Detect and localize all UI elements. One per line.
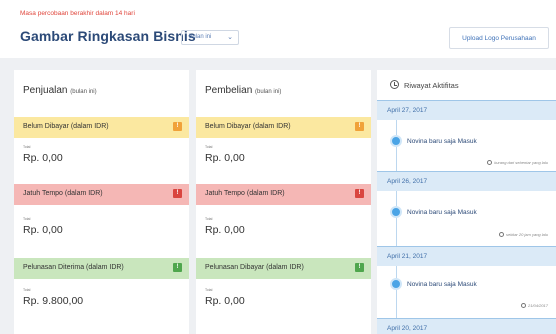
activity-entry[interactable]: Novina baru saja Masuk — [407, 281, 477, 288]
sales-received-amount: Rp. 9.800,00 — [23, 295, 84, 307]
activity-panel: Riwayat Aktifitas April 27, 2017 Novina … — [377, 70, 556, 334]
sales-received-label: Pelunasan Diterima (dalam IDR) — [23, 264, 124, 271]
activity-time: sekitar 20 jam yang lalu — [498, 232, 548, 237]
purchases-paid-amount: Rp. 0,00 — [205, 295, 245, 307]
trial-notice: Masa percobaan berakhir dalam 14 hari — [20, 10, 135, 17]
purchases-column: Pembelian (bulan ini) Belum Dibayar (dal… — [196, 70, 371, 334]
activity-header: Riwayat Aktifitas — [377, 70, 556, 100]
activity-time: kurang dari sebentar yang lalu — [487, 160, 548, 165]
login-icon — [390, 135, 402, 147]
sales-title: Penjualan (bulan ini) — [23, 85, 97, 96]
purchases-unpaid-label: Belum Dibayar (dalam IDR) — [205, 123, 291, 130]
period-select[interactable]: bulan ini ⌄ — [181, 30, 239, 45]
activity-entry[interactable]: Novina baru saja Masuk — [407, 138, 477, 145]
sales-column: Penjualan (bulan ini) Belum Dibayar (dal… — [14, 70, 189, 334]
page-title: Gambar Ringkasan Bisnis — [20, 28, 196, 44]
sales-subtitle: (bulan ini) — [70, 89, 97, 95]
purchases-paid-label: Pelunasan Dibayar (dalam IDR) — [205, 264, 304, 271]
activity-time-text: 21/04/2017 — [527, 303, 548, 308]
purchases-title-text: Pembelian — [205, 85, 253, 96]
sales-title-text: Penjualan — [23, 85, 68, 96]
purchases-due-total-label: Total — [205, 217, 213, 221]
timeline-line — [396, 266, 397, 318]
sales-due-amount: Rp. 0,00 — [23, 224, 63, 236]
alert-icon: ! — [173, 189, 182, 198]
check-icon: ! — [173, 263, 182, 272]
login-icon — [390, 278, 402, 290]
sales-due-header[interactable]: Jatuh Tempo (dalam IDR) ! — [14, 184, 189, 205]
activity-time-text: sekitar 20 jam yang lalu — [505, 232, 548, 237]
warning-icon: ! — [173, 122, 182, 131]
purchases-due-amount: Rp. 0,00 — [205, 224, 245, 236]
purchases-paid-header[interactable]: Pelunasan Dibayar (dalam IDR) ! — [196, 258, 371, 279]
activity-date: April 21, 2017 — [377, 246, 556, 266]
chevron-down-icon: ⌄ — [227, 34, 233, 41]
activity-time-text: kurang dari sebentar yang lalu — [494, 160, 548, 165]
sales-unpaid-amount: Rp. 0,00 — [23, 152, 63, 164]
upload-logo-button[interactable]: Upload Logo Perusahaan — [449, 27, 549, 49]
activity-date: April 20, 2017 — [377, 318, 556, 334]
activity-entry[interactable]: Novina baru saja Masuk — [407, 209, 477, 216]
sales-unpaid-label: Belum Dibayar (dalam IDR) — [23, 123, 109, 130]
clock-icon — [487, 160, 493, 165]
purchases-unpaid-total-label: Total — [205, 145, 213, 149]
login-icon — [390, 206, 402, 218]
purchases-unpaid-header[interactable]: Belum Dibayar (dalam IDR) ! — [196, 117, 371, 138]
activity-date: April 26, 2017 — [377, 171, 556, 191]
activity-time: 21/04/2017 — [520, 303, 548, 308]
purchases-subtitle: (bulan ini) — [255, 89, 282, 95]
clock-icon — [520, 303, 526, 308]
sales-received-total-label: Total — [23, 288, 31, 292]
sales-unpaid-total-label: Total — [23, 145, 31, 149]
sales-due-label: Jatuh Tempo (dalam IDR) — [23, 190, 103, 197]
alert-icon: ! — [355, 189, 364, 198]
sales-due-total-label: Total — [23, 217, 31, 221]
period-select-value: bulan ini — [189, 34, 212, 40]
sales-unpaid-header[interactable]: Belum Dibayar (dalam IDR) ! — [14, 117, 189, 138]
purchases-unpaid-amount: Rp. 0,00 — [205, 152, 245, 164]
purchases-due-header[interactable]: Jatuh Tempo (dalam IDR) ! — [196, 184, 371, 205]
activity-date: April 27, 2017 — [377, 100, 556, 120]
purchases-title: Pembelian (bulan ini) — [205, 85, 281, 96]
check-icon: ! — [355, 263, 364, 272]
page-header: Masa percobaan berakhir dalam 14 hari Ga… — [0, 0, 556, 58]
activity-title: Riwayat Aktifitas — [404, 81, 459, 90]
purchases-paid-total-label: Total — [205, 288, 213, 292]
purchases-due-label: Jatuh Tempo (dalam IDR) — [205, 190, 285, 197]
timeline-line — [396, 191, 397, 246]
sales-received-header[interactable]: Pelunasan Diterima (dalam IDR) ! — [14, 258, 189, 279]
clock-icon — [498, 232, 504, 237]
clock-icon — [390, 80, 399, 89]
warning-icon: ! — [355, 122, 364, 131]
